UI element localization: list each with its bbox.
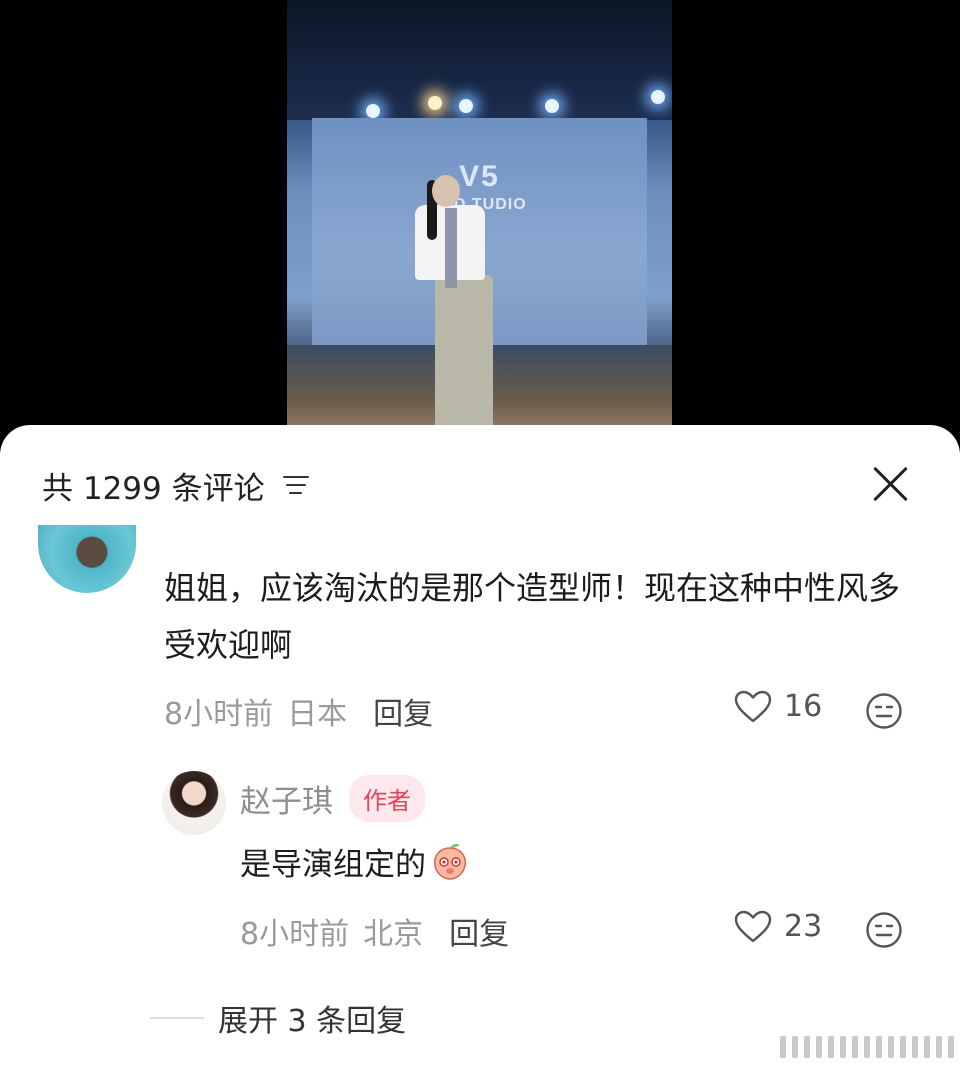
like-count: 16 (784, 689, 823, 724)
sort-icon[interactable] (282, 474, 311, 496)
comments-sheet: 共 1299 条评论 姐姐，应该淘汰的是那个造型师！现在这种中性风多受欢迎啊 8… (0, 425, 960, 1067)
stage-light (366, 104, 380, 118)
author-name[interactable]: 赵子琪 (240, 776, 333, 821)
studio-mark: V5 (459, 160, 500, 193)
reply-text-row: 是导演组定的 (240, 839, 470, 884)
like-button[interactable]: 16 (734, 689, 822, 724)
reply-button[interactable]: 回复 (449, 909, 509, 953)
reply-header: 赵子琪 作者 (240, 775, 425, 822)
stage-light (459, 99, 473, 113)
avatar[interactable] (38, 525, 136, 593)
comment-time: 8小时前 (164, 697, 274, 732)
like-button[interactable]: 23 (734, 909, 822, 944)
heart-icon (734, 690, 772, 722)
comment-count: 共 1299 条评论 (42, 470, 265, 507)
dancer-tie (445, 208, 457, 288)
expand-replies-button[interactable]: 展开 3 条回复 (150, 996, 406, 1040)
reply-location: 北京 (363, 917, 424, 952)
author-avatar[interactable] (162, 771, 226, 835)
stage-light (545, 99, 559, 113)
comment-text: 姐姐，应该淘汰的是那个造型师！现在这种中性风多受欢迎啊 (164, 569, 901, 664)
dislike-face-icon[interactable] (865, 692, 903, 730)
reply-meta: 8小时前 北京 回复 (240, 909, 509, 953)
comment-location: 日本 (287, 697, 348, 732)
heart-icon (734, 910, 772, 942)
reply-button[interactable]: 回复 (373, 689, 433, 733)
expand-replies-label: 展开 3 条回复 (218, 1004, 407, 1039)
video-frame[interactable]: V5 V5D TUDIO (287, 0, 672, 425)
like-count: 23 (784, 909, 823, 944)
studio-ceiling (287, 0, 672, 120)
comment-meta: 8小时前 日本 回复 (164, 689, 433, 733)
reply-time: 8小时前 (240, 917, 350, 952)
reply-text: 是导演组定的 (240, 847, 426, 883)
peach-emoji-icon (433, 843, 467, 880)
stage-light (428, 96, 442, 110)
close-icon[interactable] (870, 463, 910, 503)
stage-light (651, 90, 665, 104)
home-indicator (780, 1036, 960, 1058)
comments-header: 共 1299 条评论 (42, 463, 311, 507)
dislike-face-icon[interactable] (865, 911, 903, 949)
video-area[interactable]: V5 V5D TUDIO (0, 0, 960, 470)
divider (150, 1017, 204, 1019)
dancer-head (432, 175, 460, 207)
author-badge: 作者 (349, 775, 425, 822)
dancer-legs (435, 275, 493, 425)
